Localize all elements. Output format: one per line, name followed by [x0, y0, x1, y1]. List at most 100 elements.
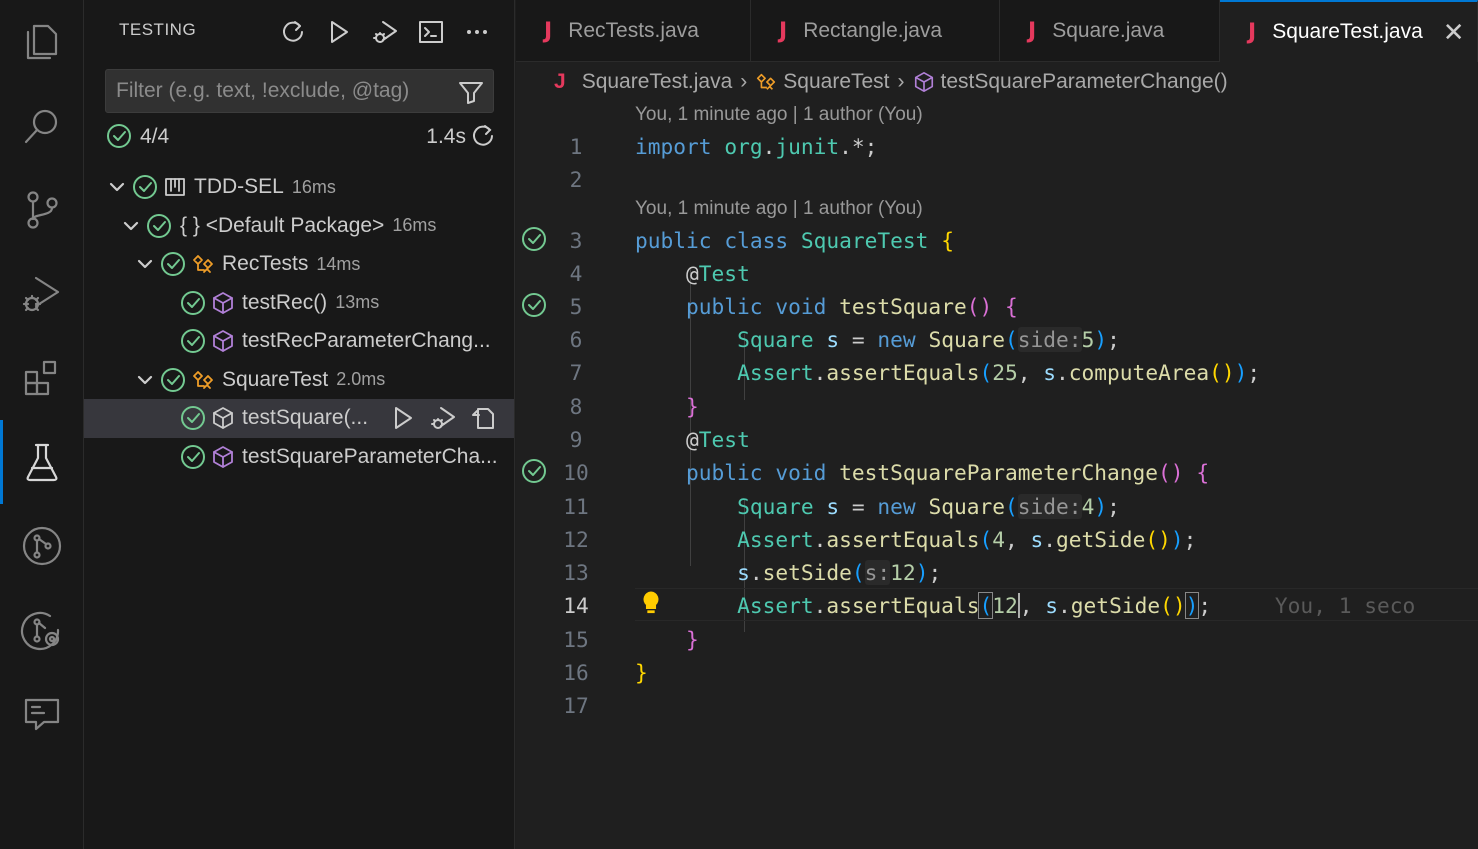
- debug-icon: [373, 21, 397, 43]
- run-test-button[interactable]: [390, 405, 416, 437]
- code-line: 4 @Test: [569, 261, 750, 286]
- codelens-author[interactable]: You, 1 minute ago | 1 author (You): [635, 198, 923, 224]
- more-actions-button[interactable]: [454, 14, 500, 50]
- tree-item-duration: 16ms: [392, 215, 437, 236]
- code-line-current: 14 Assert.assertEquals(12, s.getSide());…: [516, 588, 1478, 622]
- tree-item-class-squaretest[interactable]: SquareTest 2.0ms: [84, 361, 514, 400]
- class-icon: [757, 73, 776, 90]
- tree-item-project[interactable]: TDD-SEL 16ms: [84, 168, 514, 207]
- code-line: 12 Assert.assertEquals(4, s.getSide());: [563, 527, 1197, 552]
- chevron-down-icon[interactable]: [132, 367, 158, 393]
- chevron-down-icon[interactable]: [104, 174, 130, 200]
- code-line: 15 }: [563, 627, 699, 652]
- java-file-icon: J: [554, 70, 566, 93]
- refresh-icon: [283, 21, 303, 42]
- java-file-icon: J: [544, 18, 553, 44]
- tree-item-label: { } <Default Package>: [180, 213, 385, 237]
- run-all-tests-button[interactable]: [316, 14, 362, 50]
- tree-item-method-testrec[interactable]: testRec() 13ms: [84, 284, 514, 323]
- extensions-icon[interactable]: [0, 336, 84, 420]
- tree-item-duration: 16ms: [291, 176, 336, 197]
- java-file-icon: J: [1248, 19, 1257, 45]
- pass-icon: [178, 290, 208, 316]
- pass-icon: [158, 367, 188, 393]
- tab-label: RecTests.java: [568, 19, 699, 42]
- chevron-right-icon: ›: [740, 70, 748, 93]
- filter-icon[interactable]: [457, 78, 485, 106]
- terminal-icon: [419, 21, 443, 43]
- pass-icon: [130, 174, 160, 200]
- method-icon: [208, 444, 238, 470]
- method-icon: [914, 72, 933, 92]
- sidebar-title: TESTING: [119, 20, 197, 39]
- git-graph-icon[interactable]: [0, 504, 84, 588]
- code-editor[interactable]: You, 1 minute ago | 1 author (You) 1 imp…: [516, 102, 1478, 849]
- tree-item-method-testsquare[interactable]: testSquare(...: [84, 399, 514, 438]
- tree-item-duration: 14ms: [316, 253, 361, 274]
- debug-all-tests-button[interactable]: [362, 14, 408, 50]
- refresh-tests-button[interactable]: [270, 14, 316, 50]
- pass-icon: [106, 123, 132, 155]
- tab-label: Rectangle.java: [803, 19, 943, 42]
- testing-sidebar: TESTING 4/4 1.4s: [84, 0, 515, 849]
- chevron-down-icon[interactable]: [118, 213, 144, 239]
- testing-icon[interactable]: [0, 420, 84, 504]
- tab-rectangle[interactable]: J Rectangle.java: [751, 0, 1000, 62]
- tree-item-label: testSquare(...: [242, 406, 369, 430]
- go-to-test-button[interactable]: [470, 405, 496, 437]
- test-duration: 1.4s: [426, 125, 466, 148]
- tree-item-label: testRec(): [242, 290, 328, 314]
- codelens-author[interactable]: You, 1 minute ago | 1 author (You): [635, 104, 923, 130]
- pass-icon: [178, 328, 208, 354]
- chevron-right-icon: ›: [897, 70, 905, 93]
- pass-icon: [178, 405, 208, 431]
- code-line: 5 public void testSquare() {: [516, 289, 1478, 322]
- tree-item-method-testrecparameterchange[interactable]: testRecParameterChang...: [84, 322, 514, 361]
- pass-icon: [178, 444, 208, 470]
- run-icon: [331, 21, 348, 43]
- comments-icon[interactable]: [0, 672, 84, 756]
- tab-label: Square.java: [1052, 19, 1165, 42]
- sidebar-toolbar: [270, 14, 500, 50]
- method-icon: [208, 290, 238, 316]
- tree-item-duration: 13ms: [335, 292, 380, 313]
- run-debug-icon[interactable]: [0, 252, 84, 336]
- filter-input[interactable]: [116, 70, 446, 112]
- tree-item-label: SquareTest: [222, 367, 329, 391]
- test-pass-icon[interactable]: [520, 291, 548, 319]
- breadcrumb-file[interactable]: SquareTest.java: [582, 70, 733, 94]
- tab-rectests[interactable]: J RecTests.java: [516, 0, 751, 62]
- search-icon[interactable]: [0, 84, 84, 168]
- tab-squaretest[interactable]: J SquareTest.java ✕: [1220, 0, 1478, 62]
- tree-item-label: RecTests: [222, 252, 309, 276]
- code-line: 9 @Test: [569, 427, 750, 452]
- source-control-icon[interactable]: [0, 168, 84, 252]
- inline-blame: You, 1 seco: [1274, 593, 1416, 618]
- tab-square[interactable]: J Square.java: [1000, 0, 1220, 62]
- code-line: 10 public void testSquareParameterChange…: [516, 455, 1478, 488]
- java-file-icon: J: [1028, 18, 1037, 44]
- rerun-icon[interactable]: [470, 123, 496, 155]
- tree-item-package[interactable]: { } <Default Package> 16ms: [84, 207, 514, 246]
- remote-icon[interactable]: [0, 588, 84, 672]
- test-pass-icon[interactable]: [520, 225, 548, 253]
- method-icon: [208, 405, 238, 431]
- java-file-icon: J: [779, 18, 788, 44]
- code-line: 16 }: [563, 660, 648, 685]
- tree-item-method-testsquareparameterchange[interactable]: testSquareParameterCha...: [84, 438, 514, 477]
- test-pass-icon[interactable]: [520, 457, 548, 485]
- code-line: 7 Assert.assertEquals(25, s.computeArea(…: [569, 360, 1261, 385]
- chevron-down-icon[interactable]: [132, 251, 158, 277]
- breadcrumb: J SquareTest.java › SquareTest › testSqu…: [516, 62, 1478, 102]
- project-icon: [160, 174, 190, 200]
- show-output-button[interactable]: [408, 14, 454, 50]
- code-line: 1 import org.junit.*;: [569, 134, 878, 159]
- pass-icon: [158, 251, 188, 277]
- explorer-icon[interactable]: [0, 0, 84, 84]
- breadcrumb-method[interactable]: testSquareParameterChange(): [941, 70, 1228, 94]
- code-line: 6 Square s = new Square(side:5);: [569, 327, 1120, 352]
- close-icon[interactable]: ✕: [1443, 17, 1465, 48]
- breadcrumb-class[interactable]: SquareTest: [783, 70, 889, 94]
- tree-item-class-rectests[interactable]: RecTests 14ms: [84, 245, 514, 284]
- debug-test-button[interactable]: [430, 405, 456, 437]
